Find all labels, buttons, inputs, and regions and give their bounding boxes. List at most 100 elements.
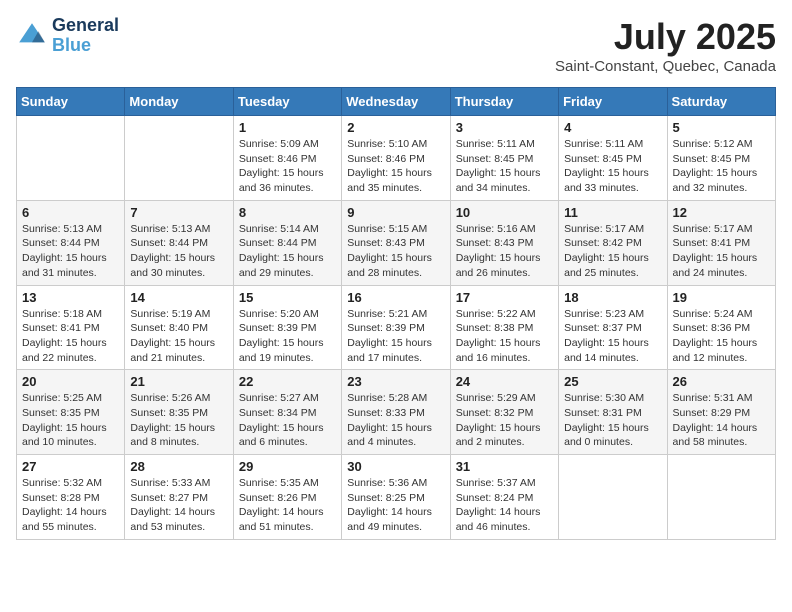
month-title: July 2025 — [555, 16, 776, 58]
day-info: Sunrise: 5:36 AM Sunset: 8:25 PM Dayligh… — [347, 476, 444, 535]
calendar-cell: 9 Sunrise: 5:15 AM Sunset: 8:43 PM Daylig… — [342, 200, 450, 285]
calendar-cell: 7 Sunrise: 5:13 AM Sunset: 8:44 PM Daylig… — [125, 200, 233, 285]
calendar-cell: 17 Sunrise: 5:22 AM Sunset: 8:38 PM Dayli… — [450, 285, 558, 370]
day-number: 10 — [456, 205, 553, 220]
day-info: Sunrise: 5:24 AM Sunset: 8:36 PM Dayligh… — [673, 307, 770, 366]
calendar-cell: 5 Sunrise: 5:12 AM Sunset: 8:45 PM Daylig… — [667, 116, 775, 201]
calendar-cell — [667, 455, 775, 540]
day-info: Sunrise: 5:13 AM Sunset: 8:44 PM Dayligh… — [130, 222, 227, 281]
day-number: 23 — [347, 374, 444, 389]
weekday-header-thursday: Thursday — [450, 88, 558, 116]
calendar-cell: 27 Sunrise: 5:32 AM Sunset: 8:28 PM Dayli… — [17, 455, 125, 540]
day-info: Sunrise: 5:30 AM Sunset: 8:31 PM Dayligh… — [564, 391, 661, 450]
day-number: 2 — [347, 120, 444, 135]
day-number: 14 — [130, 290, 227, 305]
day-info: Sunrise: 5:23 AM Sunset: 8:37 PM Dayligh… — [564, 307, 661, 366]
day-number: 4 — [564, 120, 661, 135]
day-number: 27 — [22, 459, 119, 474]
weekday-header-wednesday: Wednesday — [342, 88, 450, 116]
day-info: Sunrise: 5:22 AM Sunset: 8:38 PM Dayligh… — [456, 307, 553, 366]
day-number: 22 — [239, 374, 336, 389]
calendar-cell — [17, 116, 125, 201]
day-number: 28 — [130, 459, 227, 474]
page-header: General Blue July 2025 Saint-Constant, Q… — [16, 16, 776, 75]
weekday-header-sunday: Sunday — [17, 88, 125, 116]
logo-icon — [16, 20, 48, 52]
calendar-week-row: 6Sunrise: 5:13 AM Sunset: 8:44 PM Daylig… — [17, 200, 776, 285]
location: Saint-Constant, Quebec, Canada — [555, 58, 776, 75]
day-number: 24 — [456, 374, 553, 389]
day-info: Sunrise: 5:25 AM Sunset: 8:35 PM Dayligh… — [22, 391, 119, 450]
day-info: Sunrise: 5:19 AM Sunset: 8:40 PM Dayligh… — [130, 307, 227, 366]
day-number: 29 — [239, 459, 336, 474]
day-info: Sunrise: 5:11 AM Sunset: 8:45 PM Dayligh… — [564, 137, 661, 196]
day-number: 19 — [673, 290, 770, 305]
day-number: 1 — [239, 120, 336, 135]
calendar-cell: 3 Sunrise: 5:11 AM Sunset: 8:45 PM Daylig… — [450, 116, 558, 201]
day-info: Sunrise: 5:26 AM Sunset: 8:35 PM Dayligh… — [130, 391, 227, 450]
day-number: 25 — [564, 374, 661, 389]
calendar-cell — [125, 116, 233, 201]
day-info: Sunrise: 5:32 AM Sunset: 8:28 PM Dayligh… — [22, 476, 119, 535]
day-info: Sunrise: 5:21 AM Sunset: 8:39 PM Dayligh… — [347, 307, 444, 366]
day-number: 13 — [22, 290, 119, 305]
calendar-week-row: 20 Sunrise: 5:25 AM Sunset: 8:35 PM Dayli… — [17, 370, 776, 455]
calendar-cell: 26 Sunrise: 5:31 AM Sunset: 8:29 PM Dayli… — [667, 370, 775, 455]
day-info: Sunrise: 5:13 AM Sunset: 8:44 PM Dayligh… — [22, 222, 119, 281]
calendar-week-row: 13 Sunrise: 5:18 AM Sunset: 8:41 PM Dayli… — [17, 285, 776, 370]
day-number: 9 — [347, 205, 444, 220]
day-number: 26 — [673, 374, 770, 389]
calendar-cell: 20 Sunrise: 5:25 AM Sunset: 8:35 PM Dayli… — [17, 370, 125, 455]
calendar-cell — [559, 455, 667, 540]
calendar-cell: 28Sunrise: 5:33 AM Sunset: 8:27 PM Dayli… — [125, 455, 233, 540]
calendar-cell: 8Sunrise: 5:14 AM Sunset: 8:44 PM Daylig… — [233, 200, 341, 285]
day-info: Sunrise: 5:27 AM Sunset: 8:34 PM Dayligh… — [239, 391, 336, 450]
day-info: Sunrise: 5:18 AM Sunset: 8:41 PM Dayligh… — [22, 307, 119, 366]
day-number: 7 — [130, 205, 227, 220]
day-number: 20 — [22, 374, 119, 389]
calendar-cell: 12Sunrise: 5:17 AM Sunset: 8:41 PM Dayli… — [667, 200, 775, 285]
day-number: 31 — [456, 459, 553, 474]
day-info: Sunrise: 5:09 AM Sunset: 8:46 PM Dayligh… — [239, 137, 336, 196]
calendar-cell: 14 Sunrise: 5:19 AM Sunset: 8:40 PM Dayli… — [125, 285, 233, 370]
calendar-cell: 31 Sunrise: 5:37 AM Sunset: 8:24 PM Dayli… — [450, 455, 558, 540]
day-info: Sunrise: 5:37 AM Sunset: 8:24 PM Dayligh… — [456, 476, 553, 535]
calendar-cell: 22 Sunrise: 5:27 AM Sunset: 8:34 PM Dayli… — [233, 370, 341, 455]
calendar-cell: 11Sunrise: 5:17 AM Sunset: 8:42 PM Dayli… — [559, 200, 667, 285]
day-number: 30 — [347, 459, 444, 474]
calendar-cell: 24Sunrise: 5:29 AM Sunset: 8:32 PM Dayli… — [450, 370, 558, 455]
calendar-cell: 15Sunrise: 5:20 AM Sunset: 8:39 PM Dayli… — [233, 285, 341, 370]
day-info: Sunrise: 5:20 AM Sunset: 8:39 PM Dayligh… — [239, 307, 336, 366]
calendar-cell: 30 Sunrise: 5:36 AM Sunset: 8:25 PM Dayli… — [342, 455, 450, 540]
calendar-cell: 29 Sunrise: 5:35 AM Sunset: 8:26 PM Dayli… — [233, 455, 341, 540]
day-number: 17 — [456, 290, 553, 305]
logo-text: General Blue — [52, 16, 119, 56]
day-info: Sunrise: 5:31 AM Sunset: 8:29 PM Dayligh… — [673, 391, 770, 450]
day-number: 16 — [347, 290, 444, 305]
calendar-cell: 10Sunrise: 5:16 AM Sunset: 8:43 PM Dayli… — [450, 200, 558, 285]
day-number: 8 — [239, 205, 336, 220]
calendar-cell: 13 Sunrise: 5:18 AM Sunset: 8:41 PM Dayli… — [17, 285, 125, 370]
day-info: Sunrise: 5:10 AM Sunset: 8:46 PM Dayligh… — [347, 137, 444, 196]
calendar-cell: 1 Sunrise: 5:09 AM Sunset: 8:46 PM Daylig… — [233, 116, 341, 201]
day-info: Sunrise: 5:35 AM Sunset: 8:26 PM Dayligh… — [239, 476, 336, 535]
day-info: Sunrise: 5:15 AM Sunset: 8:43 PM Dayligh… — [347, 222, 444, 281]
day-number: 5 — [673, 120, 770, 135]
weekday-header-monday: Monday — [125, 88, 233, 116]
calendar-week-row: 27 Sunrise: 5:32 AM Sunset: 8:28 PM Dayli… — [17, 455, 776, 540]
weekday-header-tuesday: Tuesday — [233, 88, 341, 116]
calendar-cell: 23 Sunrise: 5:28 AM Sunset: 8:33 PM Dayli… — [342, 370, 450, 455]
calendar-cell: 4 Sunrise: 5:11 AM Sunset: 8:45 PM Daylig… — [559, 116, 667, 201]
weekday-header-row: SundayMondayTuesdayWednesdayThursdayFrid… — [17, 88, 776, 116]
calendar-cell: 2 Sunrise: 5:10 AM Sunset: 8:46 PM Daylig… — [342, 116, 450, 201]
day-info: Sunrise: 5:12 AM Sunset: 8:45 PM Dayligh… — [673, 137, 770, 196]
calendar-table: SundayMondayTuesdayWednesdayThursdayFrid… — [16, 87, 776, 540]
weekday-header-friday: Friday — [559, 88, 667, 116]
day-info: Sunrise: 5:11 AM Sunset: 8:45 PM Dayligh… — [456, 137, 553, 196]
day-info: Sunrise: 5:28 AM Sunset: 8:33 PM Dayligh… — [347, 391, 444, 450]
day-number: 3 — [456, 120, 553, 135]
calendar-cell: 6Sunrise: 5:13 AM Sunset: 8:44 PM Daylig… — [17, 200, 125, 285]
day-number: 12 — [673, 205, 770, 220]
calendar-cell: 16 Sunrise: 5:21 AM Sunset: 8:39 PM Dayli… — [342, 285, 450, 370]
day-info: Sunrise: 5:17 AM Sunset: 8:42 PM Dayligh… — [564, 222, 661, 281]
